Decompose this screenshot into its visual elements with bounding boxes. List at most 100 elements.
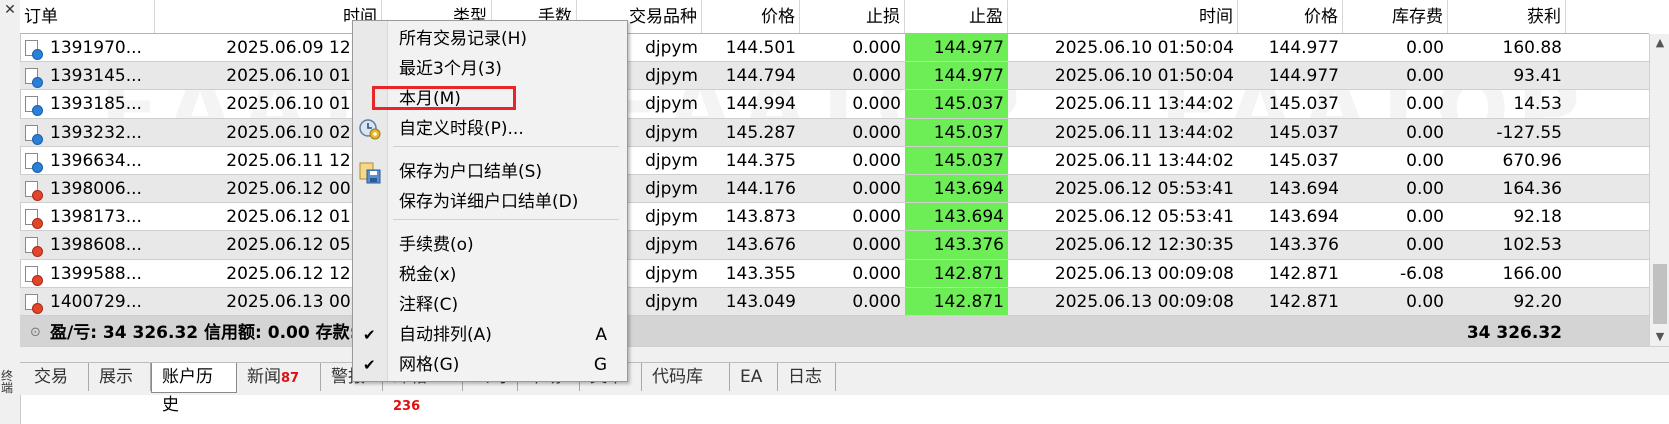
menu-item-5[interactable]: 保存为详细户口结单(D) <box>388 187 625 217</box>
cell-swap: 0.00 <box>1406 38 1444 58</box>
menu-item-1[interactable]: 最近3个月(3) <box>388 54 625 84</box>
cell-cprice: 144.977 <box>1268 38 1339 58</box>
menu-item-7[interactable]: 税金(x) <box>388 260 625 290</box>
tab-3[interactable]: 新闻87 <box>237 363 321 391</box>
column-header-swap[interactable]: 库存费 <box>1343 0 1448 33</box>
cell-tp: 144.977 <box>905 34 1008 62</box>
menu-item-8[interactable]: 注释(C) <box>388 290 625 320</box>
sell-order-icon <box>25 209 43 230</box>
table-row[interactable]: 1398173... 2025.06.12 01:15 djpym 143.873 0.… <box>20 203 1649 232</box>
table-row[interactable]: 1393232... 2025.06.10 02:07 djpym 145.287 0.… <box>20 118 1649 147</box>
checkmark-icon: ✔ <box>363 356 376 374</box>
cell-tp: 143.694 <box>905 175 1008 203</box>
cell-tp: 145.037 <box>905 146 1008 174</box>
vertical-scrollbar[interactable]: ▲ ▼ <box>1649 34 1669 346</box>
cell-swap: 0.00 <box>1406 235 1444 256</box>
cell-time: 2025.06.13 00:03 <box>226 291 378 312</box>
cell-tp: 145.037 <box>905 118 1008 146</box>
menu-item-label: 保存为户口结单(S) <box>399 162 543 182</box>
cell-order: 1398173... <box>50 207 142 228</box>
cell-ctime: 2025.06.12 05:53:41 <box>1054 179 1234 199</box>
menu-item-10[interactable]: 网格(G) G <box>388 350 625 380</box>
tab-11[interactable]: 日志 <box>778 363 836 391</box>
buy-order-icon <box>25 68 43 89</box>
cell-order: 1393145... <box>50 66 142 87</box>
table-row[interactable]: 1393145... 2025.06.10 01:34 djpym 144.794 0.… <box>20 62 1649 91</box>
tab-label: 展示 <box>99 367 133 387</box>
scroll-down-icon[interactable]: ▼ <box>1650 328 1669 346</box>
save-statement-icon <box>358 161 382 185</box>
tab-label: 新闻 <box>247 367 281 387</box>
tab-label: 交易 <box>34 367 68 387</box>
cell-ctime: 2025.06.13 00:09:08 <box>1054 263 1234 284</box>
tab-9[interactable]: 代码库 <box>642 363 730 391</box>
checkmark-icon: ✔ <box>363 326 376 344</box>
tab-1[interactable]: 展示 <box>89 363 151 391</box>
cell-sl: 0.000 <box>852 263 901 284</box>
cell-tp: 143.376 <box>905 231 1008 259</box>
scrollbar-thumb[interactable] <box>1653 264 1667 324</box>
cell-swap: -6.08 <box>1400 263 1444 284</box>
menu-item-3[interactable]: 自定义时段(P)... <box>388 114 625 144</box>
column-header-sl[interactable]: 止损 <box>800 0 905 33</box>
table-row[interactable]: 1399588... 2025.06.12 12:30 djpym 143.355 0.… <box>20 259 1649 288</box>
tab-10[interactable]: EA <box>730 363 778 391</box>
cell-cprice: 143.694 <box>1268 179 1339 199</box>
cell-ctime: 2025.06.12 12:30:35 <box>1054 235 1234 256</box>
scroll-up-icon[interactable]: ▲ <box>1650 34 1669 52</box>
cell-profit: 160.88 <box>1502 38 1562 58</box>
cell-profit: 92.18 <box>1513 207 1562 228</box>
cell-price: 143.049 <box>725 291 796 312</box>
tab-2[interactable]: 账户历史 <box>151 363 237 415</box>
horizontal-scrollbar[interactable] <box>20 346 1669 363</box>
cell-time: 2025.06.09 12:00 <box>226 38 378 58</box>
column-header-close-time[interactable]: 时间 <box>1008 0 1238 33</box>
cell-ctime: 2025.06.11 13:44:02 <box>1054 150 1234 171</box>
cell-ctime: 2025.06.11 13:44:02 <box>1054 122 1234 143</box>
column-header-price[interactable]: 价格 <box>702 0 800 33</box>
sell-order-icon <box>25 181 43 201</box>
table-row[interactable]: 1391970... 2025.06.09 12:00 djpym 144.501 0.… <box>20 34 1649 63</box>
tab-0[interactable]: 交易 <box>24 363 89 391</box>
cell-cprice: 145.037 <box>1268 94 1339 115</box>
tab-label: 日志 <box>788 367 822 387</box>
menu-item-6[interactable]: 手续费(o) <box>388 230 625 260</box>
close-icon[interactable]: ✕ <box>2 2 18 18</box>
table-row[interactable]: 1398006... 2025.06.12 00:00 djpym 144.176 0.… <box>20 175 1649 204</box>
summary-left: 盈/亏: 34 326.32 信用额: 0.00 存款: 0 <box>50 323 375 343</box>
table-row[interactable]: 1393185... 2025.06.10 01:50 djpym 144.994 0.… <box>20 90 1649 119</box>
buy-order-icon <box>25 124 43 145</box>
cell-cprice: 143.376 <box>1268 235 1339 256</box>
cell-ctime: 2025.06.10 01:50:04 <box>1054 38 1234 58</box>
column-header-tp[interactable]: 止盈 <box>905 0 1008 33</box>
menu-item-9[interactable]: 自动排列(A) A <box>388 320 625 350</box>
cell-swap: 0.00 <box>1406 150 1444 171</box>
menu-item-0[interactable]: 所有交易记录(H) <box>388 24 625 54</box>
column-header-time[interactable]: 时间 <box>155 0 382 33</box>
cell-swap: 0.00 <box>1406 66 1444 87</box>
cell-cprice: 143.694 <box>1268 207 1339 228</box>
table-row[interactable]: 1398608... 2025.06.12 05:53 djpym 143.676 0.… <box>20 231 1649 260</box>
column-header-close-price[interactable]: 价格 <box>1238 0 1343 33</box>
cell-price: 144.176 <box>725 179 796 199</box>
table-row[interactable]: 1400729... 2025.06.13 00:03 djpym 143.049 0.… <box>20 287 1649 316</box>
column-header-order[interactable]: 订单 <box>20 0 155 33</box>
cell-profit: 92.20 <box>1513 291 1562 312</box>
column-header-profit[interactable]: 获利 <box>1448 0 1566 33</box>
tab-badge: 236 <box>393 399 421 414</box>
cell-ctime: 2025.06.10 01:50:04 <box>1054 66 1234 87</box>
cell-price: 143.676 <box>725 235 796 256</box>
buy-order-icon <box>25 152 43 173</box>
cell-time: 2025.06.12 05:53 <box>226 235 378 256</box>
cell-order: 1399588... <box>50 263 142 284</box>
cell-profit: -127.55 <box>1496 122 1562 143</box>
tab-badge: 87 <box>281 371 300 386</box>
menu-item-4[interactable]: 保存为户口结单(S) <box>388 157 625 187</box>
cell-tp: 144.977 <box>905 62 1008 90</box>
cell-order: 1393185... <box>50 94 142 115</box>
cell-ctime: 2025.06.11 13:44:02 <box>1054 94 1234 115</box>
table-row[interactable]: 1396634... 2025.06.11 12:36 djpym 144.375 0.… <box>20 146 1649 175</box>
cell-ctime: 2025.06.13 00:09:08 <box>1054 291 1234 312</box>
cell-sl: 0.000 <box>852 150 901 171</box>
cell-profit: 670.96 <box>1502 150 1562 171</box>
